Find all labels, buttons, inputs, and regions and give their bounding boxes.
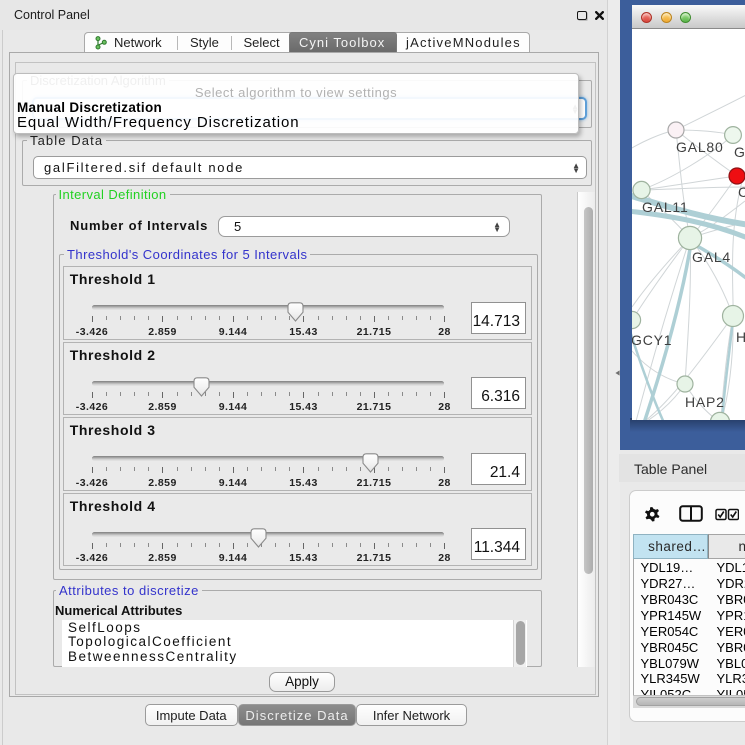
svg-text:GA: GA [734,144,745,160]
svg-text:C: C [738,184,745,200]
svg-text:GAL80: GAL80 [676,139,724,155]
svg-text:GAL4: GAL4 [692,249,731,265]
svg-text:GCY1: GCY1 [632,332,672,348]
svg-text:GAL11: GAL11 [642,199,689,215]
svg-text:H: H [736,329,745,345]
svg-text:HAP2: HAP2 [685,394,725,410]
